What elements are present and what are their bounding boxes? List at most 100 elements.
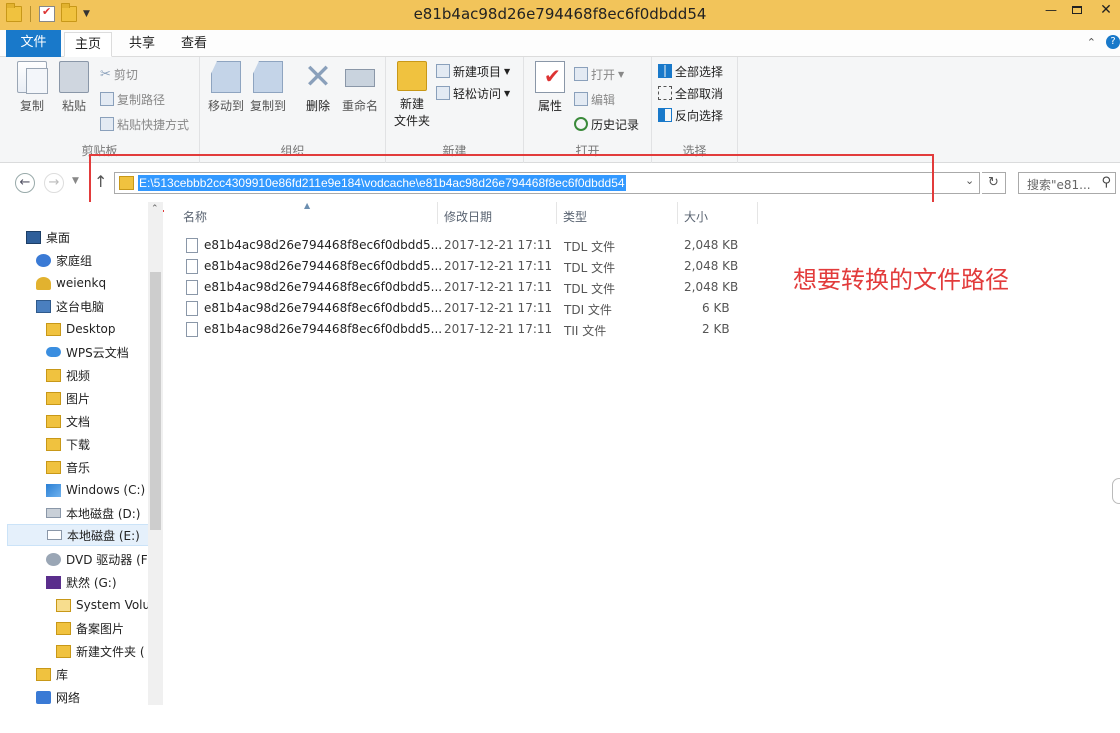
sidebar-item-dvd-drive[interactable]: DVD 驱动器 (F (0, 548, 148, 570)
documents-folder-icon (46, 414, 61, 428)
tab-view[interactable]: 查看 (172, 32, 216, 57)
file-type: TDL 文件 (564, 282, 616, 296)
properties-button[interactable]: 属性 (532, 61, 568, 114)
forward-button[interactable]: → (44, 173, 64, 193)
help-icon[interactable]: ? (1106, 35, 1120, 49)
paste-shortcut-button[interactable]: 粘贴快捷方式 (100, 114, 189, 134)
file-date: 2017-12-21 17:11 (444, 301, 553, 315)
paste-shortcut-icon (100, 117, 114, 131)
copy-to-button[interactable]: 复制到 (248, 61, 288, 114)
sidebar-item-documents[interactable]: 文档 (0, 410, 148, 432)
sidebar-item-videos[interactable]: 视频 (0, 364, 148, 386)
sidebar-item-drive-e[interactable]: 本地磁盘 (E:) (7, 524, 148, 546)
sidebar-item-drive-g[interactable]: 默然 (G:) (0, 571, 148, 593)
sidebar-item-this-pc[interactable]: 这台电脑 (0, 295, 148, 317)
column-header-name[interactable]: 名称 (183, 208, 207, 225)
collapse-ribbon-chevron-icon[interactable]: ⌃ (1087, 36, 1096, 49)
file-name: e81b4ac98d26e794468f8ec6f0dbdd5... (204, 322, 443, 336)
file-type: TDL 文件 (564, 240, 616, 254)
file-icon (186, 238, 198, 253)
easy-access-icon (436, 86, 450, 100)
recent-locations-chevron-icon[interactable]: ▼ (72, 176, 79, 186)
sidebar-item-backup-images[interactable]: 备案图片 (0, 617, 148, 639)
table-row[interactable]: e81b4ac98d26e794468f8ec6f0dbdd5... 2017-… (180, 298, 760, 319)
tab-file[interactable]: 文件 (6, 30, 61, 57)
scroll-up-chevron-icon[interactable]: ⌃ (151, 204, 159, 214)
address-dropdown-chevron-icon[interactable]: ⌄ (965, 174, 974, 187)
open-dropdown-icon: ▼ (618, 69, 625, 79)
address-path[interactable]: E:\513cebbb2cc4309910e86fd211e9e184\vodc… (138, 175, 626, 191)
close-button[interactable]: ✕ (1092, 0, 1120, 22)
select-group: 全部选择 全部取消 反向选择 选择 (652, 57, 738, 163)
back-button[interactable]: ← (15, 173, 35, 193)
column-separator[interactable] (437, 202, 438, 224)
sidebar-item-pictures[interactable]: 图片 (0, 387, 148, 409)
sidebar-item-wps-cloud[interactable]: WPS云文档 (0, 341, 148, 363)
table-row[interactable]: e81b4ac98d26e794468f8ec6f0dbdd5... 2017-… (180, 256, 760, 277)
table-row[interactable]: e81b4ac98d26e794468f8ec6f0dbdd5... 2017-… (180, 235, 760, 256)
sort-ascending-icon: ▲ (304, 201, 311, 210)
new-folder-button[interactable]: 新建 文件夹 (392, 61, 432, 129)
cut-button[interactable]: ✂ 剪切 (100, 64, 138, 84)
sidebar-item-system-volume[interactable]: System Volu (0, 594, 148, 616)
column-separator[interactable] (556, 202, 557, 224)
rename-button[interactable]: 重命名 (340, 61, 380, 114)
organize-group: 移动到 复制到 ✕ 删除 重命名 组织 (200, 57, 386, 163)
sidebar-item-music[interactable]: 音乐 (0, 456, 148, 478)
search-input[interactable]: 搜索"e81... ⚲ (1018, 172, 1116, 194)
sidebar-item-downloads[interactable]: 下载 (0, 433, 148, 455)
edge-scroll-handle[interactable] (1112, 478, 1120, 504)
sidebar-item-drive-c[interactable]: Windows (C:) (0, 479, 148, 501)
tab-home[interactable]: 主页 (64, 32, 112, 57)
new-item-button[interactable]: 新建项目 ▼ (436, 61, 510, 81)
file-icon (186, 322, 198, 337)
sidebar-item-drive-d[interactable]: 本地磁盘 (D:) (0, 502, 148, 524)
history-button[interactable]: 历史记录 (574, 114, 639, 134)
easy-access-button[interactable]: 轻松访问 ▼ (436, 83, 510, 103)
invert-selection-button[interactable]: 反向选择 (658, 105, 723, 125)
select-all-button[interactable]: 全部选择 (658, 61, 723, 81)
column-separator[interactable] (757, 202, 758, 224)
file-size: 2,048 KB (684, 259, 739, 273)
table-row[interactable]: e81b4ac98d26e794468f8ec6f0dbdd5... 2017-… (180, 277, 760, 298)
edit-icon (574, 92, 588, 106)
refresh-button[interactable]: ↻ (982, 172, 1006, 194)
up-arrow-icon[interactable]: ↑ (94, 172, 107, 191)
column-header-type[interactable]: 类型 (563, 208, 587, 225)
column-header-date[interactable]: 修改日期 (444, 208, 492, 225)
address-bar[interactable]: E:\513cebbb2cc4309910e86fd211e9e184\vodc… (114, 172, 980, 194)
sidebar-item-libraries[interactable]: 库 (0, 663, 148, 685)
column-separator[interactable] (677, 202, 678, 224)
copy-path-button[interactable]: 复制路径 (100, 89, 165, 109)
sidebar-item-label: DVD 驱动器 (F (66, 552, 148, 567)
sidebar-item-new-folder[interactable]: 新建文件夹 ( (0, 640, 148, 662)
edit-button[interactable]: 编辑 (574, 89, 615, 109)
move-to-button[interactable]: 移动到 (206, 61, 246, 114)
delete-button[interactable]: ✕ 删除 (300, 60, 336, 114)
bottom-blank-strip (0, 705, 1120, 733)
navigation-pane: 桌面 家庭组 weienkq 这台电脑 Desktop WPS云文档 视频 图片… (0, 202, 148, 705)
paste-button[interactable]: 粘贴 (56, 61, 92, 114)
navigation-pane-scrollbar[interactable]: ⌃ (148, 202, 163, 705)
sidebar-item-desktop[interactable]: 桌面 (0, 226, 148, 248)
file-icon (186, 259, 198, 274)
tab-share[interactable]: 共享 (120, 32, 164, 57)
sidebar-item-user[interactable]: weienkq (0, 272, 148, 294)
table-row[interactable]: e81b4ac98d26e794468f8ec6f0dbdd5... 2017-… (180, 319, 760, 340)
library-icon (36, 667, 51, 681)
maximize-button[interactable] (1064, 0, 1090, 22)
select-none-button[interactable]: 全部取消 (658, 83, 723, 103)
videos-folder-icon (46, 368, 61, 382)
scrollbar-thumb[interactable] (150, 272, 161, 530)
sidebar-item-network[interactable]: 网络 (0, 686, 148, 705)
sidebar-item-desktop-folder[interactable]: Desktop (0, 318, 148, 340)
search-icon[interactable]: ⚲ (1101, 175, 1111, 190)
minimize-button[interactable]: — (1038, 0, 1064, 22)
sidebar-item-homegroup[interactable]: 家庭组 (0, 249, 148, 271)
usb-drive-icon (46, 575, 61, 589)
new-folder-icon (397, 61, 427, 91)
new-group-label: 新建 (442, 144, 467, 158)
copy-button[interactable]: 复制 (14, 61, 50, 114)
open-button[interactable]: 打开 ▼ (574, 64, 624, 84)
column-header-size[interactable]: 大小 (684, 208, 708, 225)
